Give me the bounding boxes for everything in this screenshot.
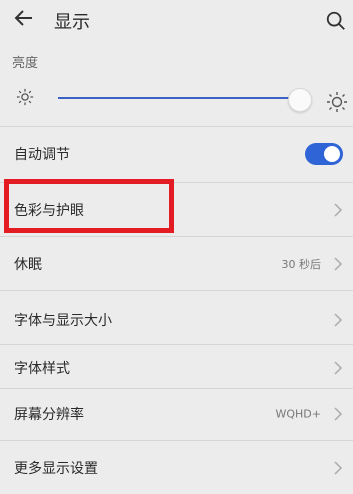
back-arrow-icon[interactable]	[12, 6, 36, 30]
row-value: 30 秒后	[281, 258, 322, 271]
chevron-right-icon	[334, 203, 343, 217]
row-sleep[interactable]: 休眠 30 秒后	[0, 238, 353, 290]
chevron-right-icon	[334, 313, 343, 327]
auto-adjust-label: 自动调节	[14, 147, 70, 163]
chevron-right-icon	[334, 257, 343, 271]
row-label: 休眠	[14, 257, 42, 273]
divider	[0, 236, 353, 237]
brightness-low-icon	[16, 88, 34, 106]
divider	[0, 290, 353, 291]
brightness-slider-thumb[interactable]	[287, 88, 312, 112]
row-font-style[interactable]: 字体样式	[0, 342, 353, 394]
row-font-display-size[interactable]: 字体与显示大小	[0, 294, 353, 346]
row-label: 屏幕分辨率	[14, 407, 84, 423]
toggle-knob	[324, 146, 340, 162]
highlight-annotation	[4, 179, 174, 233]
brightness-label: 亮度	[12, 56, 39, 71]
row-label: 字体样式	[14, 361, 70, 377]
app-header: 显示	[0, 0, 353, 40]
brightness-slider-track[interactable]	[58, 97, 299, 99]
row-value: WQHD+	[275, 407, 322, 421]
divider	[0, 126, 353, 127]
divider	[0, 440, 353, 441]
row-label: 字体与显示大小	[14, 313, 112, 329]
row-screen-resolution[interactable]: 屏幕分辨率 WQHD+	[0, 388, 353, 440]
chevron-right-icon	[334, 361, 343, 375]
chevron-right-icon	[334, 407, 343, 421]
page-title: 显示	[54, 12, 90, 33]
row-label: 更多显示设置	[14, 461, 98, 477]
auto-adjust-toggle[interactable]	[305, 143, 343, 165]
search-icon[interactable]	[325, 10, 347, 32]
brightness-high-icon	[327, 92, 347, 112]
chevron-right-icon	[334, 461, 343, 475]
auto-adjust-row[interactable]: 自动调节	[0, 128, 353, 180]
row-more-display-settings[interactable]: 更多显示设置	[0, 442, 353, 494]
